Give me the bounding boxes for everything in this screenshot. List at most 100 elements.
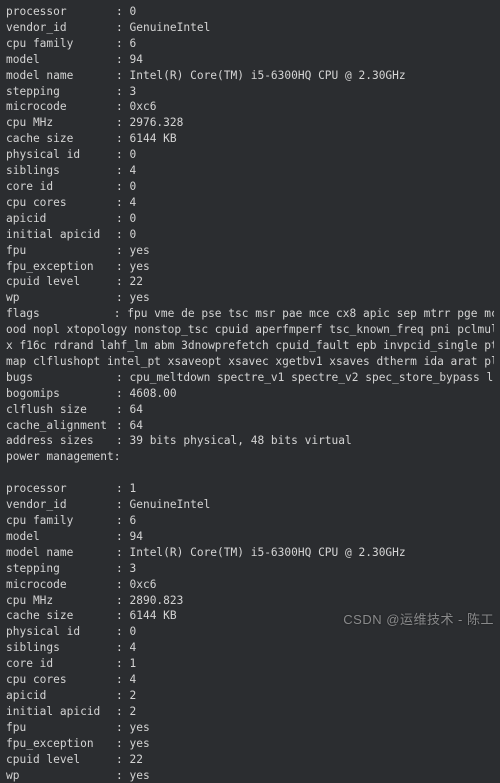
cpuinfo-flags: map clflushopt intel_pt xsaveopt xsavec … xyxy=(6,354,494,370)
field-value: yes xyxy=(129,721,149,734)
field-label: cache size xyxy=(6,608,116,624)
cpuinfo-row: stepping: 3 xyxy=(6,84,494,100)
cpuinfo-row: fpu_exception: yes xyxy=(6,259,494,275)
field-value: 2 xyxy=(129,705,136,718)
field-label: wp xyxy=(6,290,116,306)
cpuinfo-row: apicid: 2 xyxy=(6,688,494,704)
field-value: 6144 KB xyxy=(129,609,176,622)
field-label: physical id xyxy=(6,624,116,640)
field-label: apicid xyxy=(6,211,116,227)
field-value: 4 xyxy=(129,673,136,686)
field-value: 3 xyxy=(129,562,136,575)
cpuinfo-row: processor: 0 xyxy=(6,4,494,20)
cpuinfo-row: cpu family: 6 xyxy=(6,513,494,529)
field-value: 6 xyxy=(129,514,136,527)
cpuinfo-row: bugs: cpu_meltdown spectre_v1 spectre_v2… xyxy=(6,370,494,386)
field-label: power management: xyxy=(6,450,121,463)
field-label: cpu MHz xyxy=(6,593,116,609)
field-value: 0 xyxy=(129,5,136,18)
terminal-output: processor: 0 vendor_id: GenuineIntel cpu… xyxy=(6,4,494,783)
cpuinfo-row: cpu MHz: 2976.328 xyxy=(6,115,494,131)
cpuinfo-row: model: 94 xyxy=(6,529,494,545)
cpuinfo-row: cache_alignment: 64 xyxy=(6,418,494,434)
field-label: initial apicid xyxy=(6,704,116,720)
field-label: fpu_exception xyxy=(6,259,116,275)
field-label: cpu MHz xyxy=(6,115,116,131)
field-label: microcode xyxy=(6,577,116,593)
field-value: 4 xyxy=(129,164,136,177)
field-value: 4608.00 xyxy=(129,387,176,400)
cpuinfo-row: cache size: 6144 KB xyxy=(6,131,494,147)
field-value: 64 xyxy=(129,419,142,432)
field-value: 1 xyxy=(129,482,136,495)
field-value: 2890.823 xyxy=(129,594,183,607)
field-value: 39 bits physical, 48 bits virtual xyxy=(129,434,351,447)
field-value: 0 xyxy=(129,180,136,193)
cpuinfo-row: siblings: 4 xyxy=(6,163,494,179)
field-value: 94 xyxy=(129,530,142,543)
cpuinfo-row: wp: yes xyxy=(6,768,494,783)
field-label: microcode xyxy=(6,99,116,115)
field-value: 22 xyxy=(129,753,142,766)
field-value: 4 xyxy=(129,196,136,209)
field-label: cache size xyxy=(6,131,116,147)
field-value: yes xyxy=(129,260,149,273)
field-label: physical id xyxy=(6,147,116,163)
field-value: yes xyxy=(129,244,149,257)
field-label: cpu family xyxy=(6,36,116,52)
cpuinfo-row: fpu: yes xyxy=(6,720,494,736)
field-value: 3 xyxy=(129,85,136,98)
cpuinfo-row: processor: 1 xyxy=(6,481,494,497)
field-value: 0 xyxy=(129,148,136,161)
cpuinfo-row: bogomips: 4608.00 xyxy=(6,386,494,402)
cpuinfo-row: cpu MHz: 2890.823 xyxy=(6,593,494,609)
field-label: processor xyxy=(6,481,116,497)
cpuinfo-row: cpu cores: 4 xyxy=(6,672,494,688)
field-label: fpu xyxy=(6,720,116,736)
field-label: model xyxy=(6,529,116,545)
cpuinfo-row: model name: Intel(R) Core(TM) i5-6300HQ … xyxy=(6,68,494,84)
field-label: fpu xyxy=(6,243,116,259)
field-value: 0xc6 xyxy=(129,100,156,113)
cpuinfo-row: vendor_id: GenuineIntel xyxy=(6,20,494,36)
field-value: 2 xyxy=(129,689,136,702)
field-label: siblings xyxy=(6,640,116,656)
field-value: Intel(R) Core(TM) i5-6300HQ CPU @ 2.30GH… xyxy=(129,69,405,82)
cpuinfo-row: wp: yes xyxy=(6,290,494,306)
cpuinfo-row: cpuid level: 22 xyxy=(6,752,494,768)
field-value: 22 xyxy=(129,275,142,288)
field-label: core id xyxy=(6,656,116,672)
field-value: 2976.328 xyxy=(129,116,183,129)
cpuinfo-row: physical id: 0 xyxy=(6,147,494,163)
cpuinfo-row: siblings: 4 xyxy=(6,640,494,656)
cpuinfo-row: microcode: 0xc6 xyxy=(6,99,494,115)
field-value: 4 xyxy=(129,641,136,654)
cpuinfo-row: microcode: 0xc6 xyxy=(6,577,494,593)
field-label: clflush size xyxy=(6,402,116,418)
cpuinfo-row: fpu: yes xyxy=(6,243,494,259)
cpuinfo-row: address sizes: 39 bits physical, 48 bits… xyxy=(6,433,494,449)
field-label: vendor_id xyxy=(6,497,116,513)
cpuinfo-row: fpu_exception: yes xyxy=(6,736,494,752)
field-value: 0 xyxy=(129,212,136,225)
field-label: cpu cores xyxy=(6,672,116,688)
field-label: model xyxy=(6,52,116,68)
cpuinfo-row: cpuid level: 22 xyxy=(6,274,494,290)
field-value: GenuineIntel xyxy=(129,21,210,34)
field-value: 0 xyxy=(129,228,136,241)
field-label: cache_alignment xyxy=(6,418,116,434)
field-label: bugs xyxy=(6,370,116,386)
cpuinfo-row: core id: 0 xyxy=(6,179,494,195)
watermark-text: CSDN @运维技术 - 陈工 xyxy=(343,611,494,629)
field-value: 6 xyxy=(129,37,136,50)
field-label: initial apicid xyxy=(6,227,116,243)
cpuinfo-row: model name: Intel(R) Core(TM) i5-6300HQ … xyxy=(6,545,494,561)
field-label: cpuid level xyxy=(6,274,116,290)
blank-line xyxy=(6,465,494,481)
field-label: address sizes xyxy=(6,433,116,449)
field-label: bogomips xyxy=(6,386,116,402)
field-label: fpu_exception xyxy=(6,736,116,752)
cpuinfo-row: stepping: 3 xyxy=(6,561,494,577)
cpuinfo-flags: x f16c rdrand lahf_lm abm 3dnowprefetch … xyxy=(6,338,494,354)
cpuinfo-row: cpu cores: 4 xyxy=(6,195,494,211)
